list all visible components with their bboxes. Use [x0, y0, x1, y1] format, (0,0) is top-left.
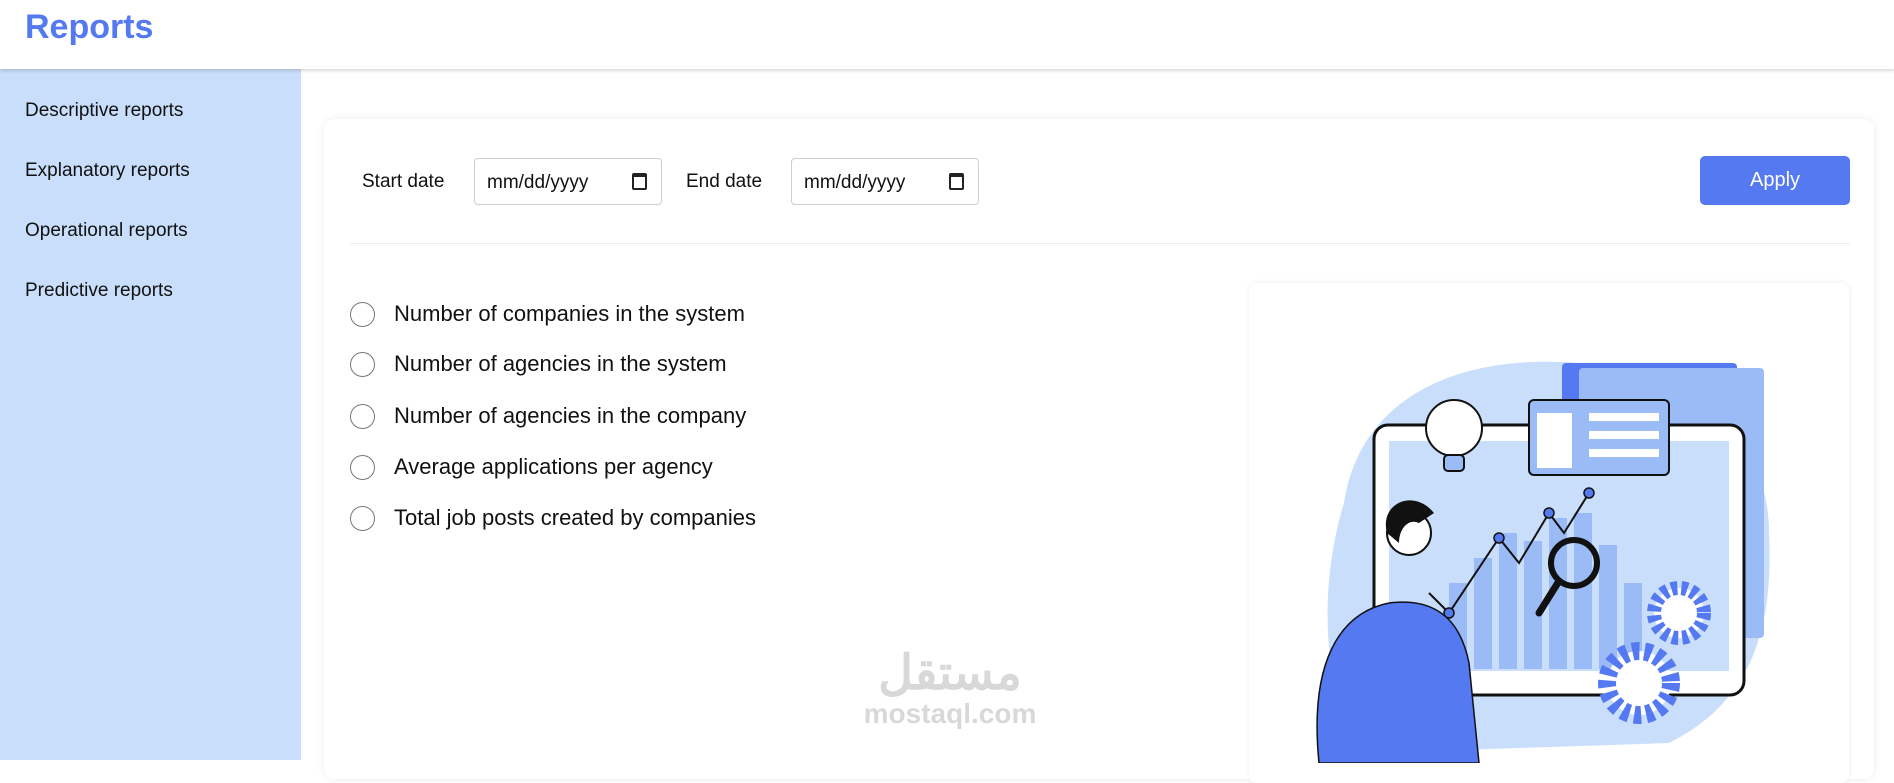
calendar-icon[interactable] [632, 173, 647, 190]
option-label: Number of companies in the system [394, 301, 745, 326]
sidebar: Descriptive reports Explanatory reports … [0, 69, 301, 760]
radio-button[interactable] [350, 455, 375, 480]
watermark-latin: mostaql.com [863, 698, 1037, 729]
end-date-input[interactable]: mm/dd/yyyy [791, 158, 979, 205]
option-label: Total job posts created by companies [394, 505, 756, 530]
calendar-icon[interactable] [949, 173, 964, 190]
end-date-value: mm/dd/yyyy [804, 172, 906, 193]
start-date-value: mm/dd/yyyy [487, 172, 589, 193]
radio-button[interactable] [350, 404, 375, 429]
start-date-input[interactable]: mm/dd/yyyy [474, 158, 662, 205]
radio-button[interactable] [350, 506, 375, 531]
option-label: Average applications per agency [394, 454, 713, 479]
option-label: Number of agencies in the company [394, 403, 747, 428]
illustration-card [1249, 283, 1849, 783]
sidebar-item-explanatory[interactable]: Explanatory reports [25, 160, 190, 182]
end-date-label: End date [686, 171, 763, 192]
radio-button[interactable] [350, 352, 375, 377]
sidebar-item-operational[interactable]: Operational reports [25, 220, 188, 242]
watermark: مستقل mostaql.com [850, 650, 1050, 730]
analytics-illustration [1316, 361, 1770, 764]
page-title: Reports [25, 8, 154, 46]
divider [350, 243, 1850, 244]
sidebar-item-descriptive[interactable]: Descriptive reports [25, 100, 183, 122]
radio-button[interactable] [350, 302, 375, 327]
start-date-label: Start date [362, 171, 445, 192]
sidebar-item-predictive[interactable]: Predictive reports [25, 280, 173, 302]
apply-button[interactable]: Apply [1700, 156, 1850, 205]
option-label: Number of agencies in the system [394, 351, 727, 376]
watermark-arabic: مستقل [878, 647, 1022, 700]
app-header: Reports [0, 0, 1894, 69]
